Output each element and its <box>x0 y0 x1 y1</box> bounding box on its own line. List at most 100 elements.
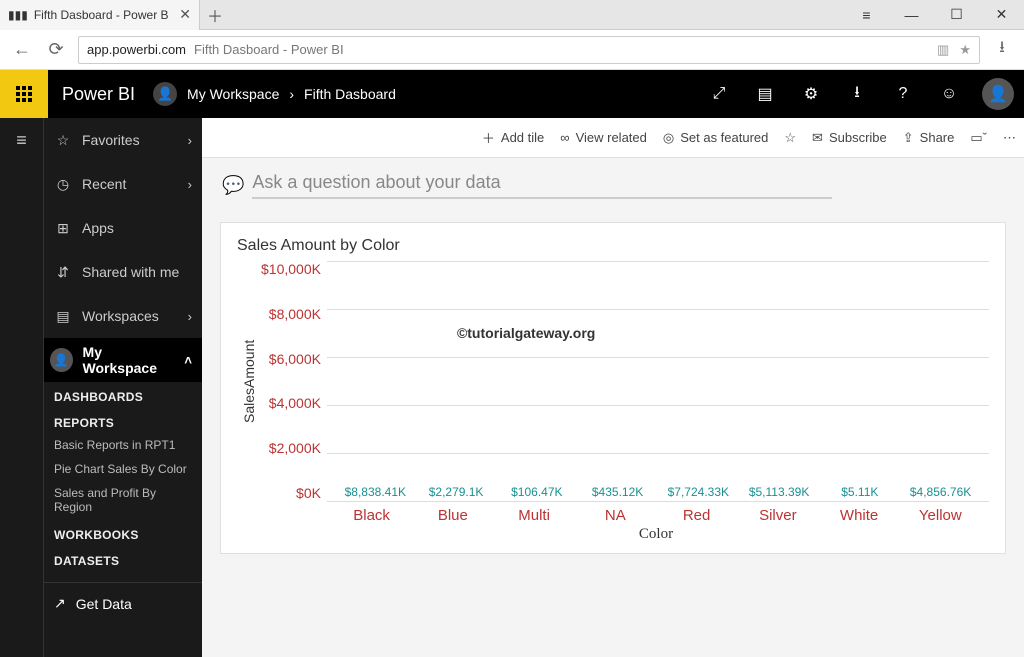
dashboard-toolbar: ＋Add tile ∞View related ◎Set as featured… <box>202 118 1024 158</box>
close-icon[interactable]: ✕ <box>179 6 191 23</box>
sidebar-item-label: Shared with me <box>82 264 179 280</box>
plot-area: $8,838.41K $2,279.1K $106.47K$435.12K $7,72… <box>327 261 989 501</box>
downloads-icon[interactable]: ⭳ <box>990 36 1014 63</box>
maximize-button[interactable]: ☐ <box>934 0 979 30</box>
powerbi-bars-icon: ▮▮▮ <box>8 8 28 22</box>
x-tick: Multi <box>493 507 574 524</box>
sidebar-item-my-workspace[interactable]: 👤 My Workspace ˄ <box>44 338 202 382</box>
settings-icon[interactable]: ⚙ <box>788 70 834 118</box>
more-button[interactable]: ⋯ <box>1003 130 1016 146</box>
tab-title: Fifth Dasboard - Power B <box>34 8 169 22</box>
user-icon: 👤 <box>50 348 73 372</box>
qa-input[interactable]: 💬 Ask a question about your data <box>202 158 1024 208</box>
add-tile-button[interactable]: ＋Add tile <box>482 128 544 147</box>
profile-avatar[interactable]: 👤 <box>982 78 1014 110</box>
url-input[interactable]: app.powerbi.com Fifth Dasboard - Power B… <box>78 36 980 64</box>
url-domain: app.powerbi.com <box>87 42 186 57</box>
sidebar-item-label: Recent <box>82 176 126 192</box>
address-bar: ← ⟳ app.powerbi.com Fifth Dasboard - Pow… <box>0 30 1024 70</box>
y-tick: $0K <box>296 485 321 501</box>
plus-icon: ＋ <box>482 128 495 147</box>
sidebar-item-label: Favorites <box>82 132 140 148</box>
help-icon[interactable]: ? <box>880 70 926 118</box>
y-axis-label: SalesAmount <box>237 261 261 501</box>
feedback-icon[interactable]: ☺ <box>926 70 972 118</box>
chart-tile[interactable]: Sales Amount by Color SalesAmount $10,00… <box>220 222 1006 554</box>
sidebar: ☆ Favorites ›◷ Recent ›⊞ Apps ⇵ Shared w… <box>44 118 202 657</box>
nav-icon: ⇵ <box>54 264 72 281</box>
fullscreen-icon[interactable]: ⤢ <box>696 70 742 118</box>
download-icon[interactable]: ⭳ <box>834 70 880 118</box>
display-mode-button[interactable]: ▭ˇ <box>970 130 987 146</box>
y-tick: $8,000K <box>269 306 321 322</box>
close-window-button[interactable]: ✕ <box>979 0 1024 30</box>
refresh-button[interactable]: ⟳ <box>44 39 68 60</box>
set-featured-button[interactable]: ◎Set as featured <box>663 130 769 146</box>
favorite-icon[interactable]: ★ <box>959 42 971 58</box>
nav-icon: ⊞ <box>54 220 72 237</box>
report-link[interactable]: Pie Chart Sales By Color <box>44 458 202 482</box>
get-data-button[interactable]: ↗ Get Data <box>44 582 202 624</box>
breadcrumb-workspace[interactable]: My Workspace <box>187 86 279 102</box>
x-axis-ticks: BlackBlueMultiNARedSilverWhiteYellow <box>323 501 989 524</box>
sidebar-item[interactable]: ◷ Recent › <box>44 162 202 206</box>
chart-title: Sales Amount by Color <box>237 237 989 255</box>
bar[interactable]: $5.11K <box>819 485 900 501</box>
sidebar-item-label: Apps <box>82 220 114 236</box>
bar-value-label: $5.11K <box>841 485 878 499</box>
section-dashboards[interactable]: DASHBOARDS <box>44 382 202 408</box>
bar-value-label: $2,279.1K <box>429 485 484 499</box>
app-launcher-button[interactable] <box>0 70 48 118</box>
sidebar-item[interactable]: ⊞ Apps <box>44 206 202 250</box>
report-link[interactable]: Sales and Profit By Region <box>44 482 202 520</box>
bar[interactable]: $4,856.76K <box>900 485 981 501</box>
breadcrumb: 👤 My Workspace › Fifth Dasboard <box>153 82 396 106</box>
x-axis-label: Color <box>323 526 989 543</box>
minimize-button[interactable]: — <box>889 0 934 30</box>
brand-label: Power BI <box>62 84 135 105</box>
subscribe-button[interactable]: ✉Subscribe <box>812 130 887 146</box>
bar[interactable]: $106.47K <box>496 485 577 501</box>
section-datasets[interactable]: DATASETS <box>44 546 202 572</box>
sidebar-item[interactable]: ▤ Workspaces › <box>44 294 202 338</box>
bar-value-label: $8,838.41K <box>345 485 406 499</box>
chevron-right-icon: › <box>188 133 192 148</box>
bar[interactable]: $435.12K <box>577 485 658 501</box>
y-axis-ticks: $10,000K$8,000K$6,000K$4,000K$2,000K$0K <box>261 261 327 501</box>
comments-icon[interactable]: ▤ <box>742 70 788 118</box>
browser-tab-strip: ▮▮▮ Fifth Dasboard - Power B ✕ ＋ ≡ — ☐ ✕ <box>0 0 1024 30</box>
watermark: ©tutorialgateway.org <box>457 325 595 341</box>
ellipsis-icon: ⋯ <box>1003 130 1016 146</box>
favorite-button[interactable]: ☆ <box>784 130 796 146</box>
section-reports[interactable]: REPORTS <box>44 408 202 434</box>
sidebar-item-label: My Workspace <box>83 344 175 376</box>
menu-icon[interactable]: ≡ <box>844 0 889 30</box>
browser-tab[interactable]: ▮▮▮ Fifth Dasboard - Power B ✕ <box>0 0 200 30</box>
x-tick: Red <box>656 507 737 524</box>
window-controls: ≡ — ☐ ✕ <box>844 0 1024 30</box>
sidebar-item[interactable]: ☆ Favorites › <box>44 118 202 162</box>
report-link[interactable]: Basic Reports in RPT1 <box>44 434 202 458</box>
new-tab-button[interactable]: ＋ <box>200 3 230 27</box>
nav-icon: ▤ <box>54 308 72 325</box>
share-button[interactable]: ⇪Share <box>903 130 955 146</box>
view-related-button[interactable]: ∞View related <box>560 130 647 145</box>
bar-value-label: $7,724.33K <box>668 485 729 499</box>
bar[interactable]: $8,838.41K <box>335 485 416 501</box>
site-info-icon[interactable]: ▥ <box>937 42 949 58</box>
chevron-right-icon: › <box>289 86 294 102</box>
section-workbooks[interactable]: WORKBOOKS <box>44 520 202 546</box>
y-tick: $2,000K <box>269 440 321 456</box>
featured-icon: ◎ <box>663 130 674 146</box>
y-tick: $6,000K <box>269 351 321 367</box>
hamburger-icon[interactable]: ≡ <box>0 118 43 162</box>
bar[interactable]: $2,279.1K <box>416 485 497 501</box>
x-tick: Silver <box>737 507 818 524</box>
chevron-right-icon: › <box>188 309 192 324</box>
sidebar-item[interactable]: ⇵ Shared with me <box>44 250 202 294</box>
bar-value-label: $5,113.39K <box>749 485 810 499</box>
share-icon: ⇪ <box>903 130 914 146</box>
back-button[interactable]: ← <box>10 39 34 60</box>
bar[interactable]: $7,724.33K <box>658 485 739 501</box>
bar[interactable]: $5,113.39K <box>739 485 820 501</box>
